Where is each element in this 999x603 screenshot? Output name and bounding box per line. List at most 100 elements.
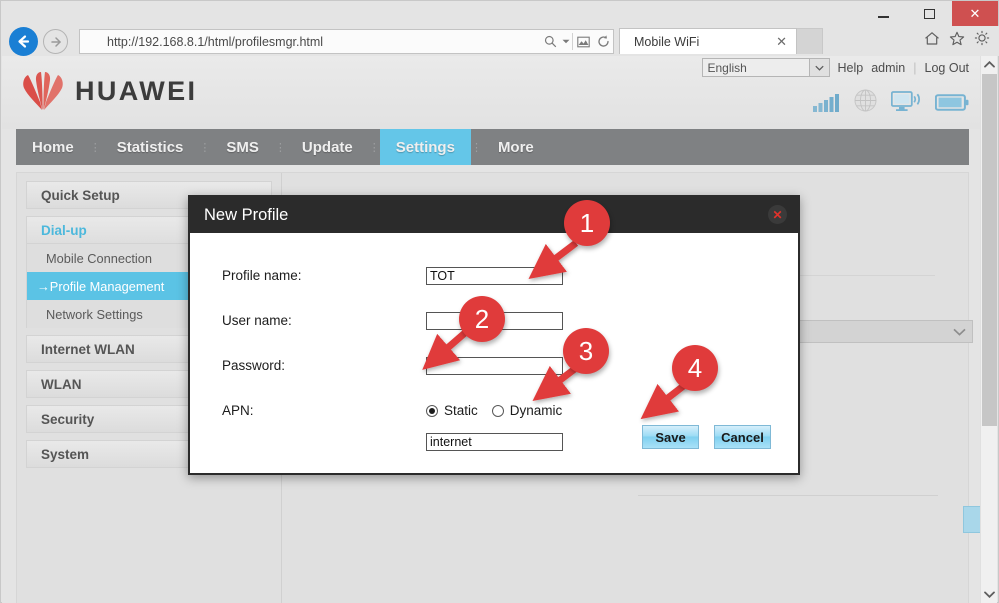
profile-name-input[interactable]: TOT — [426, 266, 563, 285]
nav-separator: ⋮ — [368, 141, 380, 154]
url-text: http://192.168.8.1/html/profilesmgr.html — [107, 34, 324, 49]
apn-dynamic-radio[interactable]: Dynamic — [491, 403, 563, 418]
scroll-up-arrow-icon[interactable] — [981, 56, 998, 73]
device-status-icons — [813, 89, 969, 117]
forward-arrow-icon — [50, 36, 61, 47]
chevron-down-icon — [946, 325, 972, 339]
nav-separator: ⋮ — [470, 141, 482, 154]
nav-item-settings[interactable]: Settings — [379, 129, 471, 165]
sidebar-sub-label: Network Settings — [46, 306, 143, 322]
dialog-actions: Save Cancel — [642, 425, 771, 449]
huawei-flower-logo-icon — [23, 72, 63, 110]
gear-icon[interactable] — [974, 30, 990, 51]
globe-icon — [854, 89, 877, 117]
close-icon: ✕ — [772, 207, 783, 222]
chevron-down-icon — [808, 59, 829, 76]
sidebar-sub-label: Mobile Connection — [46, 250, 152, 266]
nav-label: Home — [32, 138, 74, 156]
close-icon: ✕ — [969, 5, 981, 21]
admin-user-label: admin — [871, 60, 906, 75]
utility-divider: | — [913, 60, 917, 75]
help-link[interactable]: Help — [838, 61, 864, 75]
cancel-button[interactable]: Cancel — [714, 425, 771, 449]
new-tab-button[interactable] — [797, 28, 823, 54]
window-titlebar: ✕ — [1, 1, 998, 26]
content-divider-3 — [638, 495, 938, 496]
nav-separator: ⋮ — [199, 141, 211, 154]
signal-bars-icon — [813, 92, 840, 117]
sidebar-group-label: Quick Setup — [41, 187, 120, 203]
sidebar-group-label: System — [41, 446, 90, 462]
nav-separator: ⋮ — [89, 141, 101, 154]
browser-forward-button[interactable] — [43, 29, 68, 54]
form-row-profile-name: Profile name: TOT — [190, 261, 798, 290]
battery-icon — [934, 93, 969, 117]
sidebar-group-label: Internet WLAN — [41, 341, 135, 357]
compatibility-view-icon[interactable] — [573, 30, 593, 53]
nav-label: Settings — [395, 138, 455, 156]
nav-item-update[interactable]: Update — [286, 129, 369, 165]
nav-label: Update — [301, 138, 353, 156]
window-close-button[interactable]: ✕ — [952, 1, 998, 26]
cancel-label: Cancel — [721, 429, 764, 445]
language-value: English — [707, 60, 747, 75]
annotation-badge-4: 4 — [672, 345, 718, 391]
header-utility-bar: English Help admin | Log Out — [701, 58, 969, 77]
site-header: HUAWEI English Help admin | Log Out — [2, 56, 983, 129]
dialog-close-button[interactable]: ✕ — [768, 205, 787, 224]
browser-address-bar[interactable]: http://192.168.8.1/html/profilesmgr.html — [79, 29, 614, 54]
sidebar-group-label: Dial-up — [41, 222, 87, 238]
nav-item-sms[interactable]: SMS — [210, 129, 275, 165]
password-input[interactable] — [426, 356, 563, 375]
scroll-down-arrow-icon[interactable] — [981, 586, 998, 603]
annotation-badge-1: 1 — [564, 200, 610, 246]
save-label: Save — [655, 429, 686, 445]
browser-back-button[interactable] — [9, 27, 38, 56]
annotation-badge-2: 2 — [459, 296, 505, 342]
main-navigation: Home ⋮ Statistics ⋮ SMS ⋮ Update ⋮ Setti… — [16, 129, 969, 165]
nav-label: SMS — [226, 138, 259, 156]
sidebar-group-label: Security — [41, 411, 95, 427]
refresh-icon[interactable] — [593, 30, 613, 53]
nav-item-more[interactable]: More — [482, 129, 550, 165]
apn-static-radio[interactable]: Static — [426, 403, 478, 418]
search-dropdown-icon[interactable] — [560, 30, 572, 53]
tab-close-icon[interactable]: ✕ — [773, 34, 790, 50]
window-maximize-button[interactable] — [906, 1, 952, 26]
search-icon[interactable] — [540, 30, 560, 53]
huawei-wordmark: HUAWEI — [75, 75, 198, 106]
nav-item-home[interactable]: Home — [16, 129, 90, 165]
nav-label: More — [497, 138, 534, 156]
browser-command-bar — [924, 30, 990, 51]
scrollbar-thumb[interactable] — [982, 74, 997, 426]
save-button[interactable]: Save — [642, 425, 699, 449]
window-minimize-button[interactable] — [860, 1, 906, 26]
apn-value-input[interactable]: internet — [426, 433, 563, 451]
radio-selected-icon — [426, 404, 438, 417]
profile-name-label: Profile name: — [222, 268, 302, 283]
dialog-titlebar: New Profile ✕ — [190, 197, 798, 233]
back-arrow-icon — [18, 35, 30, 48]
apn-static-label: Static — [444, 403, 478, 418]
maximize-icon — [923, 8, 935, 19]
apn-dynamic-label: Dynamic — [509, 403, 563, 418]
sidebar-sub-label: →Profile Management — [37, 278, 165, 294]
logout-link[interactable]: Log Out — [925, 61, 969, 75]
profile-dropdown[interactable] — [793, 320, 973, 343]
star-icon[interactable] — [949, 31, 965, 51]
page-scrollbar[interactable] — [980, 56, 997, 603]
home-icon[interactable] — [924, 31, 940, 51]
dialog-title: New Profile — [204, 205, 289, 224]
huawei-logo-area: HUAWEI — [20, 70, 197, 112]
sidebar-group-label: WLAN — [41, 376, 82, 392]
browser-tabstrip: Mobile WiFi ✕ — [619, 28, 823, 55]
monitor-wifi-icon — [890, 91, 921, 117]
nav-separator: ⋮ — [274, 141, 286, 154]
nav-item-statistics[interactable]: Statistics — [101, 129, 200, 165]
minimize-icon — [877, 15, 889, 18]
nav-label: Statistics — [116, 138, 184, 156]
tab-mobile-wifi[interactable]: Mobile WiFi ✕ — [619, 28, 797, 54]
apn-label: APN: — [222, 403, 254, 418]
tab-label: Mobile WiFi — [634, 34, 700, 49]
language-select[interactable]: English — [701, 58, 830, 77]
